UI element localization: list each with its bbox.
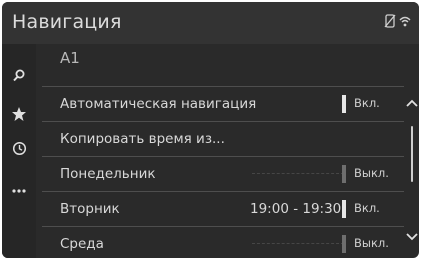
row-label: Копировать время из... (60, 131, 225, 147)
scrollbar[interactable] (405, 92, 419, 258)
time-placeholder-line (252, 173, 344, 174)
more-button[interactable] (6, 176, 32, 200)
wednesday-toggle[interactable]: Выкл. (342, 233, 402, 255)
scroll-up-button[interactable] (405, 94, 419, 108)
monday-row[interactable]: Понедельник Выкл. (42, 156, 404, 191)
clock-icon (12, 141, 27, 160)
sidebar (2, 44, 36, 258)
toggle-indicator (342, 200, 346, 218)
search-icon (12, 67, 26, 86)
chevron-up-icon (406, 92, 418, 111)
search-button[interactable] (6, 64, 32, 88)
scroll-down-button[interactable] (405, 228, 419, 242)
wifi-icon (399, 15, 411, 27)
toggle-indicator (342, 235, 346, 253)
auto-navigation-row[interactable]: Автоматическая навигация Вкл. (42, 86, 404, 121)
settings-list: A1 Автоматическая навигация Вкл. Копиров… (42, 44, 404, 258)
auto-navigation-toggle[interactable]: Вкл. (342, 93, 402, 115)
row-label: Среда (60, 236, 104, 252)
phone-no-signal-icon (384, 14, 396, 28)
time-placeholder-line (252, 243, 344, 244)
row-label: Вторник (60, 201, 120, 217)
history-button[interactable] (6, 138, 32, 162)
toggle-indicator (342, 165, 346, 183)
status-icons (384, 13, 411, 29)
header-bar: Навигация (2, 2, 419, 44)
tuesday-row[interactable]: Вторник 19:00 - 19:30 Вкл. (42, 191, 404, 226)
toggle-label: Выкл. (354, 166, 389, 180)
toggle-label: Вкл. (354, 201, 380, 215)
scroll-thumb[interactable] (411, 126, 413, 182)
star-icon (11, 106, 27, 126)
monday-toggle[interactable]: Выкл. (342, 163, 402, 185)
chevron-down-icon (406, 226, 418, 245)
toggle-label: Вкл. (354, 96, 380, 110)
list-subtitle: A1 (60, 49, 80, 67)
row-label: Понедельник (60, 166, 156, 182)
row-label: Автоматическая навигация (60, 96, 257, 112)
more-icon (12, 179, 26, 198)
navigation-screen: Навигация A1 Автоматическая навигация Вк… (2, 2, 419, 258)
favorites-button[interactable] (6, 104, 32, 128)
tuesday-toggle[interactable]: Вкл. (342, 198, 402, 220)
copy-time-row[interactable]: Копировать время из... (42, 121, 404, 156)
time-range: 19:00 - 19:30 (250, 201, 342, 217)
toggle-indicator (342, 95, 346, 113)
wednesday-row[interactable]: Среда Выкл. (42, 226, 404, 258)
page-title: Навигация (12, 11, 122, 33)
toggle-label: Выкл. (354, 236, 389, 250)
